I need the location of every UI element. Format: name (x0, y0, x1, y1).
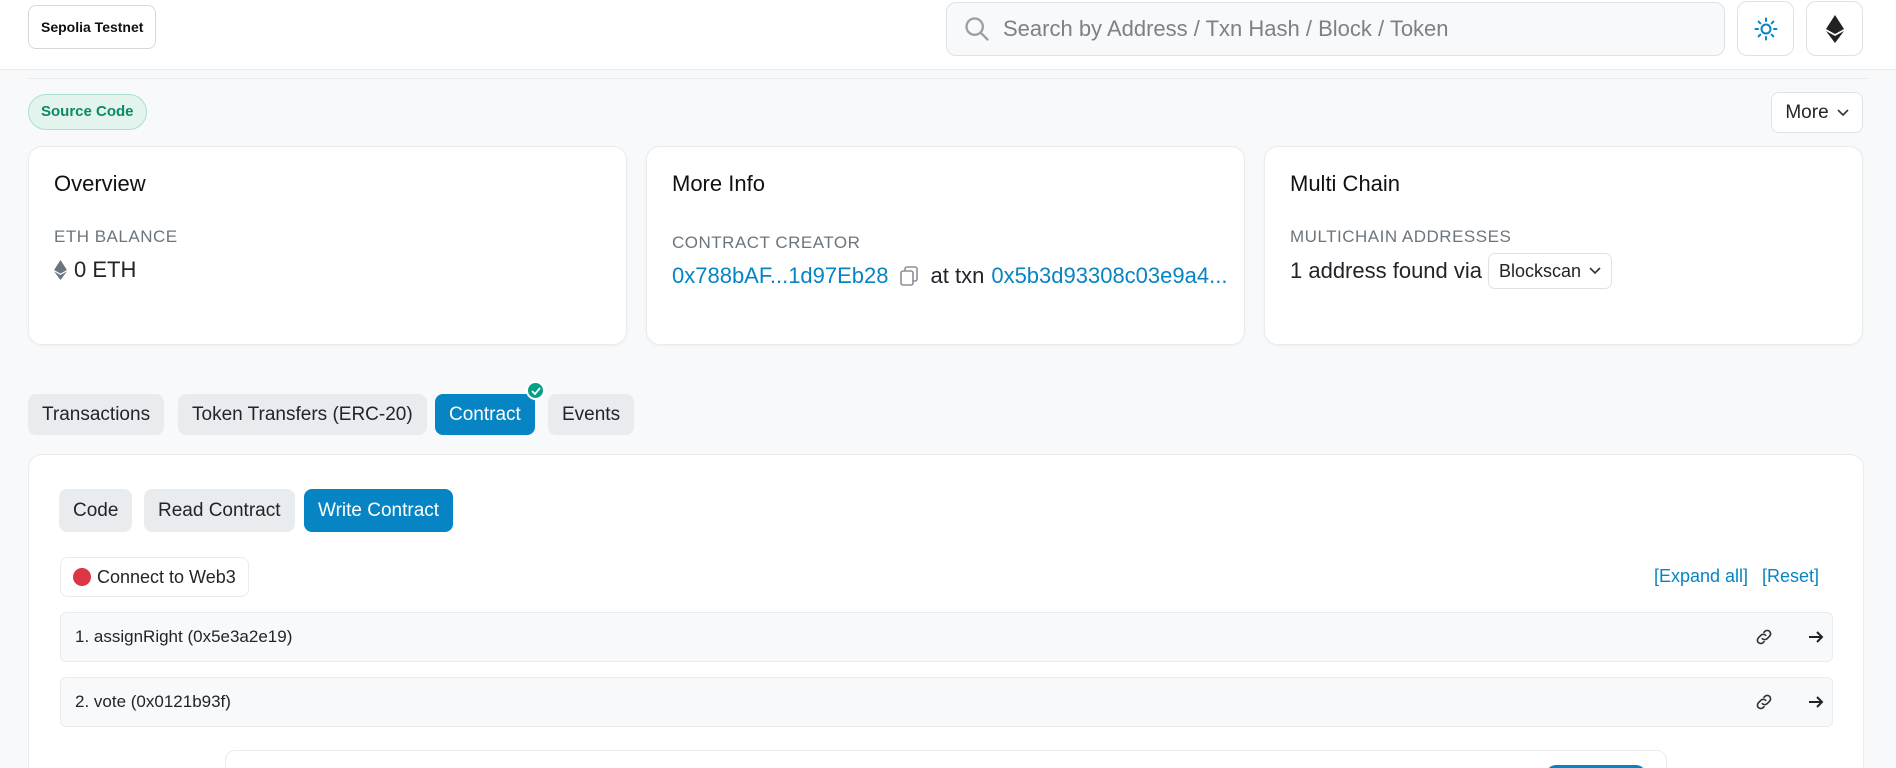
arrow-right-icon[interactable] (1807, 692, 1825, 712)
verified-check-icon (526, 381, 545, 400)
contract-creator-label: CONTRACT CREATOR (672, 233, 861, 252)
source-code-badge[interactable]: Source Code (28, 94, 147, 130)
subtab-read-contract[interactable]: Read Contract (144, 489, 295, 532)
copy-icon[interactable] (899, 265, 921, 287)
subtab-code[interactable]: Code (59, 489, 133, 532)
network-switch-button[interactable] (1806, 1, 1863, 56)
ethereum-icon (1825, 14, 1844, 43)
tab-events[interactable]: Events (548, 394, 635, 435)
top-navbar: Sepolia Testnet (0, 0, 1896, 70)
network-badge[interactable]: Sepolia Testnet (28, 5, 157, 49)
tab-transactions[interactable]: Transactions (28, 394, 165, 435)
blockscan-dropdown[interactable]: Blockscan (1488, 253, 1613, 289)
at-txn-text: at txn (930, 263, 985, 288)
disconnected-status-icon (73, 568, 91, 586)
search-icon (965, 17, 989, 41)
connect-web3-label: Connect to Web3 (97, 566, 236, 587)
expand-all-link[interactable]: [Expand all] (1654, 566, 1748, 587)
arrow-right-icon[interactable] (1807, 627, 1825, 647)
divider (28, 78, 1868, 79)
subtab-write-contract[interactable]: Write Contract (304, 489, 454, 532)
more-label: More (1785, 101, 1829, 123)
link-icon[interactable] (1754, 692, 1774, 712)
function-row-vote[interactable]: 2. vote (0x0121b93f) (60, 677, 1833, 727)
function-title: 1. assignRight (0x5e3a2e19) (75, 627, 293, 646)
more-button[interactable]: More (1771, 92, 1863, 133)
sun-icon (1754, 17, 1777, 40)
more-info-card: More Info CONTRACT CREATOR 0x788bAF...1d… (646, 146, 1245, 345)
function-title: 2. vote (0x0121b93f) (75, 692, 231, 711)
blockscan-label: Blockscan (1499, 260, 1582, 281)
eth-balance-label: ETH BALANCE (54, 227, 178, 246)
multichain-addresses-value: 1 address found via Blockscan (1290, 253, 1613, 289)
connect-web3-button[interactable]: Connect to Web3 (60, 557, 249, 597)
search-box[interactable] (946, 2, 1725, 56)
chevron-down-icon (1837, 108, 1849, 116)
overview-card: Overview ETH BALANCE 0 ETH (28, 146, 627, 345)
multi-chain-title: Multi Chain (1290, 171, 1401, 196)
more-info-title: More Info (672, 171, 765, 196)
tab-token-transfers[interactable]: Token Transfers (ERC-20) (178, 394, 427, 435)
chevron-down-icon (1589, 267, 1601, 275)
eth-balance-amount: 0 ETH (74, 257, 137, 282)
function-row-assignright[interactable]: 1. assignRight (0x5e3a2e19) (60, 612, 1833, 662)
theme-toggle-button[interactable] (1737, 1, 1794, 56)
multichain-addresses-label: MULTICHAIN ADDRESSES (1290, 227, 1512, 246)
reset-link[interactable]: [Reset] (1762, 566, 1819, 587)
search-input[interactable] (1003, 16, 1703, 42)
address-found-text: 1 address found via (1290, 258, 1483, 283)
overview-title: Overview (54, 171, 146, 196)
contract-creator-value: 0x788bAF...1d97Eb28 at txn 0x5b3d93308c0… (672, 263, 1227, 289)
eth-balance-value: 0 ETH (54, 257, 136, 283)
link-icon[interactable] (1754, 627, 1774, 647)
function-body-preview (225, 750, 1667, 768)
creation-txn-link[interactable]: 0x5b3d93308c03e9a4... (991, 263, 1227, 289)
multi-chain-card: Multi Chain MULTICHAIN ADDRESSES 1 addre… (1264, 146, 1863, 345)
ethereum-icon (54, 260, 67, 280)
tab-contract[interactable]: Contract (435, 394, 535, 435)
creator-address-link[interactable]: 0x788bAF...1d97Eb28 (672, 263, 889, 289)
